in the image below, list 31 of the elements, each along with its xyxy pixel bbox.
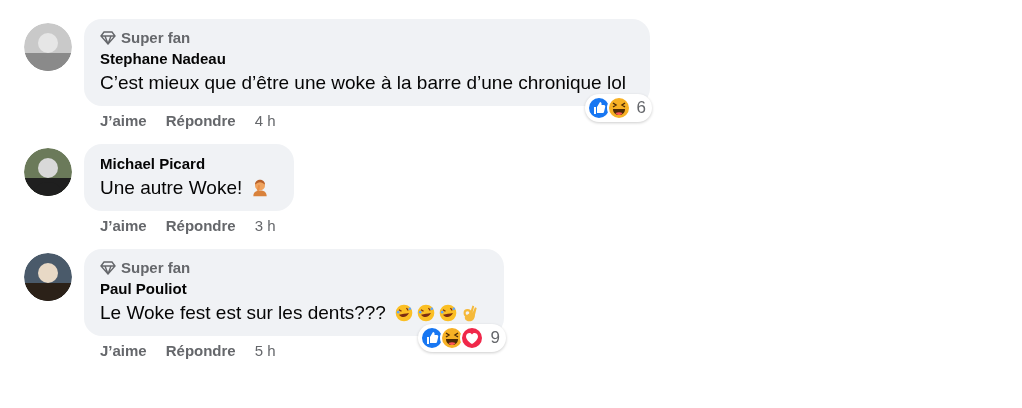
rofl-emoji-icon bbox=[393, 303, 414, 323]
fan-status-label: Super fan bbox=[121, 258, 191, 278]
reaction-count: 9 bbox=[489, 328, 500, 348]
like-link[interactable]: J’aime bbox=[100, 217, 147, 235]
author-name[interactable]: Paul Pouliot bbox=[100, 278, 480, 300]
comment-text: C’est mieux que d’être une woke à la barre d’une chronique lol bbox=[100, 71, 626, 95]
timestamp: 4 h bbox=[254, 112, 276, 130]
reaction-summary[interactable]: 9 bbox=[418, 324, 506, 352]
like-link[interactable]: J’aime bbox=[100, 112, 147, 130]
heart-reaction-icon bbox=[460, 326, 485, 350]
timestamp: 3 h bbox=[254, 217, 276, 235]
rofl-emoji-icon bbox=[437, 303, 458, 323]
reply-link[interactable]: Répondre bbox=[165, 342, 236, 360]
avatar[interactable] bbox=[24, 148, 72, 196]
timestamp: 5 h bbox=[254, 342, 276, 360]
author-name[interactable]: Stephane Nadeau bbox=[100, 48, 626, 70]
diamond-icon bbox=[100, 31, 116, 45]
rofl-emoji-icon bbox=[415, 303, 436, 323]
diamond-icon bbox=[100, 261, 116, 275]
fan-status-label: Super fan bbox=[121, 28, 191, 48]
reaction-summary[interactable]: 6 bbox=[584, 94, 652, 122]
reply-link[interactable]: Répondre bbox=[165, 112, 236, 130]
laughing-reaction-icon bbox=[606, 96, 631, 120]
avatar[interactable] bbox=[24, 253, 72, 301]
like-reaction-icon bbox=[586, 96, 611, 120]
author-name[interactable]: Michael Picard bbox=[100, 153, 271, 175]
like-link[interactable]: J’aime bbox=[100, 342, 147, 360]
reaction-count: 6 bbox=[635, 98, 646, 118]
reply-link[interactable]: Répondre bbox=[165, 217, 236, 235]
comment-text: Le Woke fest est sur les dents??? bbox=[100, 301, 386, 325]
comment-text: Une autre Woke! bbox=[100, 176, 243, 200]
